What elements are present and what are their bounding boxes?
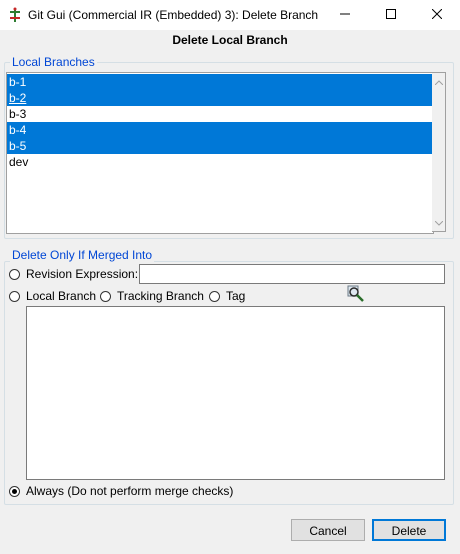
merge-check-group-label: Delete Only If Merged Into xyxy=(10,248,155,262)
branch-list[interactable]: b-1 b-2 b-3 b-4 b-5 dev xyxy=(6,72,434,234)
always-radio[interactable] xyxy=(9,486,20,497)
local-branch-label: Local Branch xyxy=(26,289,97,303)
delete-button[interactable]: Delete xyxy=(372,519,446,541)
list-item[interactable]: b-5 xyxy=(7,138,432,154)
dialog-heading: Delete Local Branch xyxy=(172,33,288,47)
revision-expression-radio[interactable] xyxy=(9,269,20,280)
local-branches-group-label: Local Branches xyxy=(10,55,97,69)
minimize-button[interactable] xyxy=(322,0,368,30)
close-icon xyxy=(431,8,443,22)
revision-expression-input[interactable] xyxy=(139,264,445,284)
tag-label: Tag xyxy=(226,289,246,303)
minimize-icon xyxy=(340,8,350,22)
list-item[interactable]: b-1 xyxy=(7,74,432,90)
tag-radio[interactable] xyxy=(209,291,220,302)
search-button[interactable] xyxy=(345,285,367,306)
always-label: Always (Do not perform merge checks) xyxy=(26,484,234,498)
list-item[interactable]: b-3 xyxy=(7,106,432,122)
tracking-branch-label: Tracking Branch xyxy=(117,289,204,303)
window-title: Git Gui (Commercial IR (Embedded) 3): De… xyxy=(28,8,319,22)
tracking-branch-radio[interactable] xyxy=(100,291,111,302)
list-item[interactable]: b-2 xyxy=(7,90,432,106)
list-item[interactable]: b-4 xyxy=(7,122,432,138)
chevron-up-icon[interactable] xyxy=(434,77,444,87)
revision-expression-label: Revision Expression: xyxy=(26,267,139,281)
branch-results-list[interactable] xyxy=(26,306,445,480)
maximize-icon xyxy=(386,8,396,22)
title-bar: Git Gui (Commercial IR (Embedded) 3): De… xyxy=(0,0,460,30)
chevron-down-icon[interactable] xyxy=(434,218,444,228)
magnifier-icon xyxy=(347,285,365,306)
local-branch-radio[interactable] xyxy=(9,291,20,302)
git-app-icon xyxy=(8,7,22,23)
list-item[interactable]: dev xyxy=(7,154,432,170)
cancel-button[interactable]: Cancel xyxy=(291,519,365,541)
close-button[interactable] xyxy=(414,0,460,30)
branch-list-scrollbar[interactable] xyxy=(432,72,446,232)
maximize-button[interactable] xyxy=(368,0,414,30)
